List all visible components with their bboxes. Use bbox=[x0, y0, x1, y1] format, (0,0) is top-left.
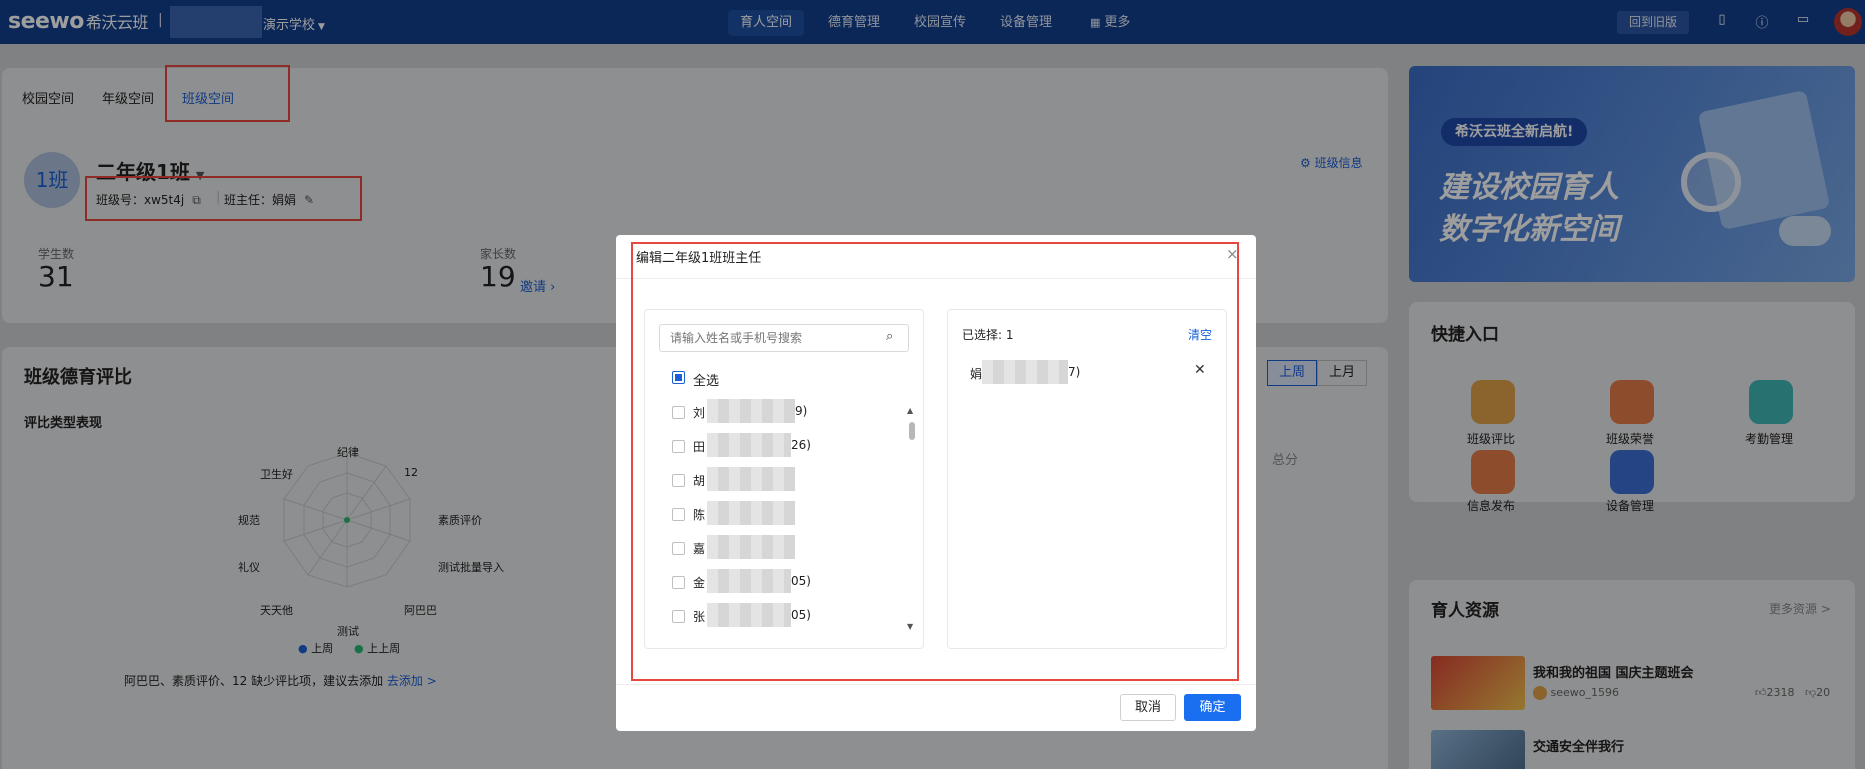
edit-head-teacher-dialog: 编辑二年级1班班主任 × ⌕ 全选 刘 9) 田 26) 胡 陈 嘉 金 05) bbox=[616, 235, 1256, 731]
cancel-button[interactable]: 取消 bbox=[1120, 694, 1176, 721]
divider bbox=[616, 684, 1256, 685]
annotation-highlight bbox=[631, 242, 1239, 681]
confirm-button[interactable]: 确定 bbox=[1184, 694, 1241, 721]
